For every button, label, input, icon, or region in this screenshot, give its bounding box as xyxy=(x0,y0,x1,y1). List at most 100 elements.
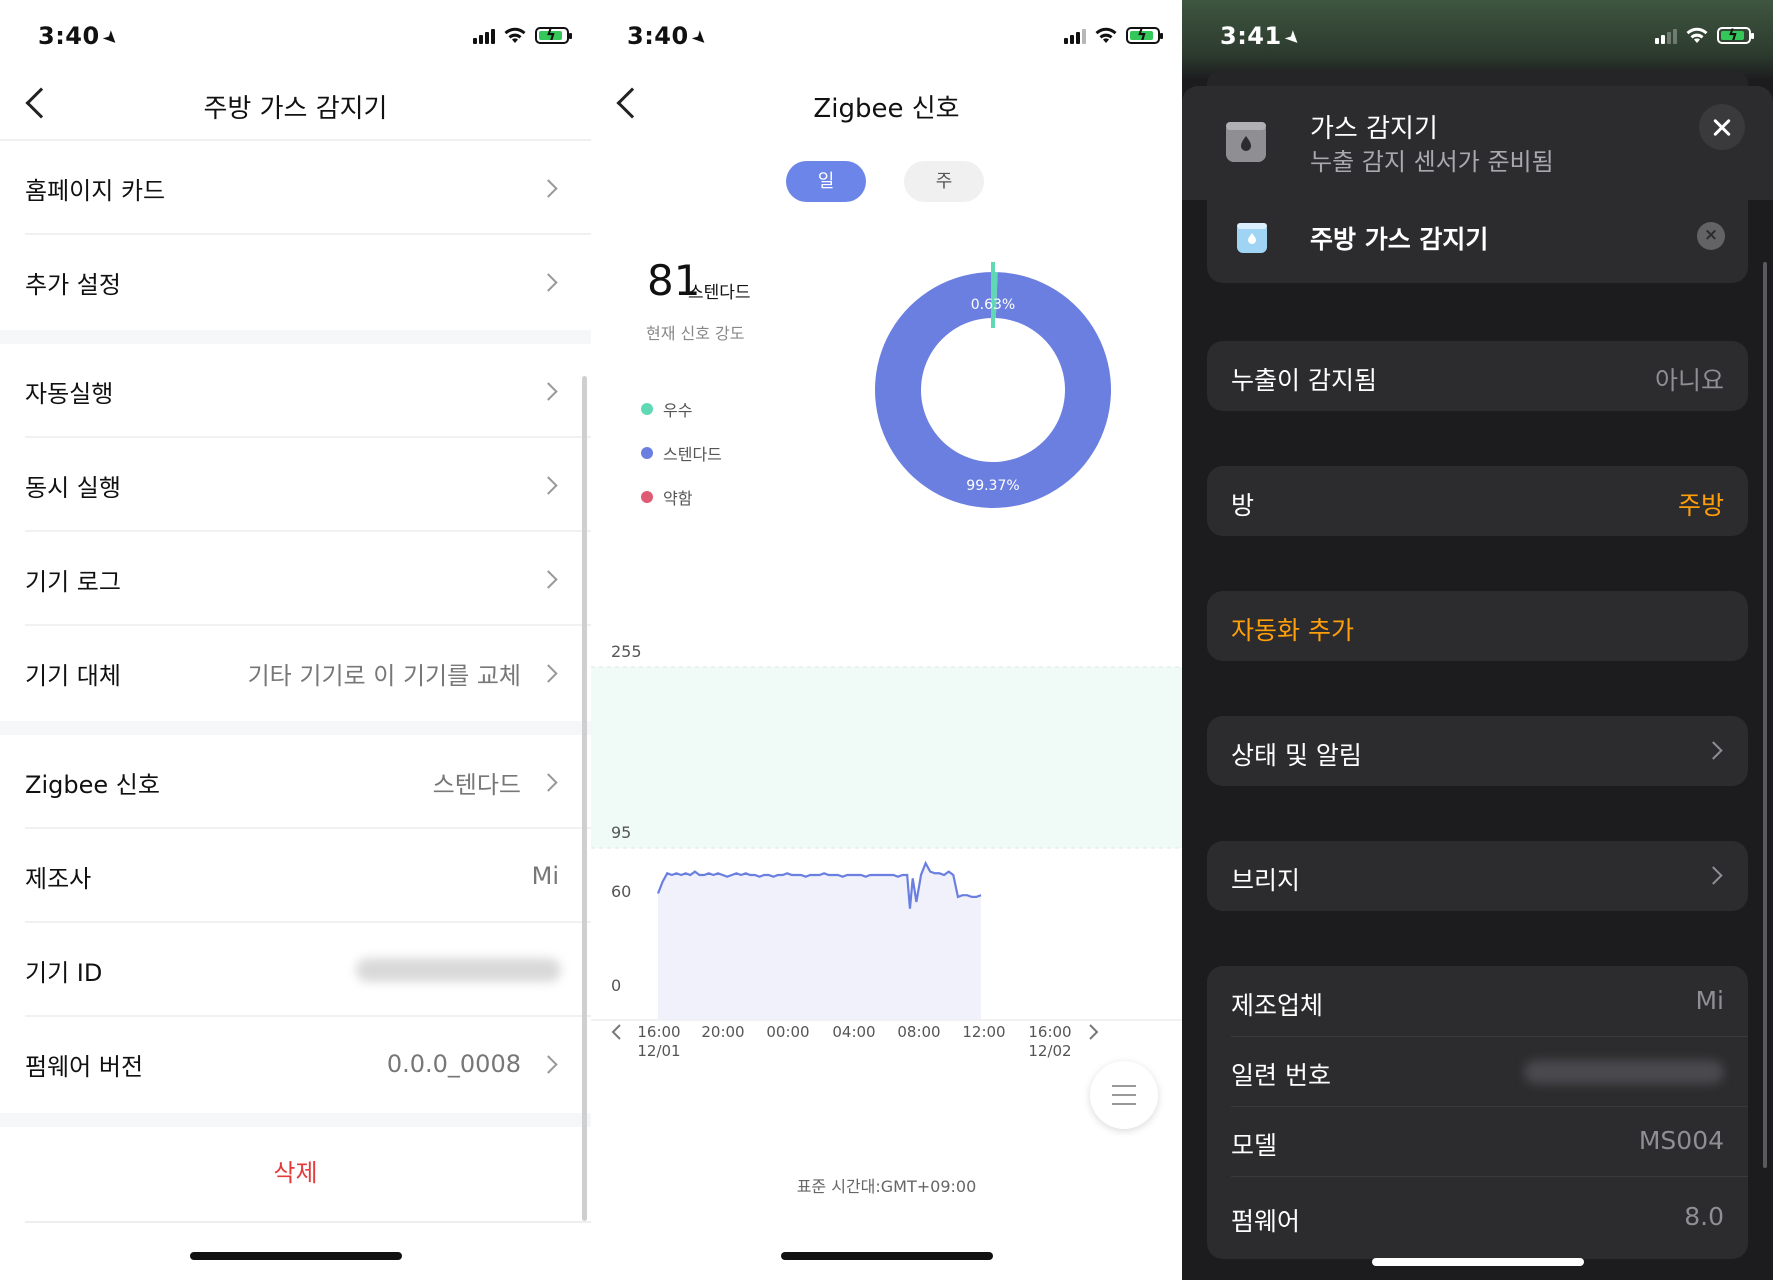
row-label: 방 xyxy=(1231,491,1255,520)
series-area xyxy=(658,863,981,1020)
row-label: 펌웨어 버전 xyxy=(25,1052,144,1081)
legend-dot xyxy=(641,491,653,503)
row-firmware-version[interactable]: 펌웨어 버전 0.0.0_0008 xyxy=(0,1017,591,1111)
row-label: 누출이 감지됨 xyxy=(1231,366,1377,395)
divider xyxy=(1231,1106,1748,1107)
sensor-icon xyxy=(1237,223,1267,253)
delete-button[interactable]: 삭제 xyxy=(0,1127,591,1219)
signal-line-chart: 2559560016:0012/0120:00 00:00 04:00 08:00 12… xyxy=(591,642,1182,1060)
row-label: 자동실행 xyxy=(25,379,114,408)
nav-bar: 주방 가스 감지기 xyxy=(0,70,591,140)
legend-dot xyxy=(641,447,653,459)
firmware-value: 8.0 xyxy=(1684,1202,1724,1231)
x-tick-date: 12/01 xyxy=(637,1042,680,1060)
firmware-label: 펌웨어 xyxy=(1231,1207,1301,1236)
divider xyxy=(25,1221,591,1223)
signal-caption: 현재 신호 강도 xyxy=(646,324,745,343)
x-tick-date: 12/02 xyxy=(1028,1042,1071,1060)
battery-charging-icon: ϟ xyxy=(1717,26,1754,44)
location-arrow-icon: ➤ xyxy=(686,25,713,52)
row-value: Mi xyxy=(531,862,559,890)
row-label: 홈페이지 카드 xyxy=(25,176,166,205)
menu-button[interactable] xyxy=(1090,1061,1158,1129)
chevron-right-icon xyxy=(539,475,558,495)
row-device-log[interactable]: 기기 로그 xyxy=(0,532,591,626)
row-homepage-card[interactable]: 홈페이지 카드 xyxy=(0,141,591,235)
home-indicator[interactable] xyxy=(189,1252,402,1260)
info-card: 제조업체 Mi 일련 번호 모델 MS004 펌웨어 8.0 xyxy=(1207,966,1748,1259)
row-simultaneous-run[interactable]: 동시 실행 xyxy=(0,438,591,532)
scrollbar[interactable] xyxy=(582,376,587,1221)
model-label: 모델 xyxy=(1231,1131,1278,1160)
wifi-icon xyxy=(1686,27,1708,43)
prev-period-icon[interactable] xyxy=(611,1024,621,1040)
row-label: 기기 ID xyxy=(25,958,103,987)
x-tick-label: 16:00 xyxy=(637,1023,680,1041)
signal-level: 스텐다드 xyxy=(688,283,751,303)
status-bar: 3:41➤ ϟ xyxy=(1182,0,1773,70)
next-period-icon[interactable] xyxy=(1089,1024,1099,1040)
page-title: 주방 가스 감지기 xyxy=(203,94,388,124)
tab-week[interactable]: 주 xyxy=(904,161,984,202)
row-zigbee-signal[interactable]: Zigbee 신호 스텐다드 xyxy=(0,735,591,829)
row-additional-settings[interactable]: 추가 설정 xyxy=(0,235,591,329)
row-value: 스텐다드 xyxy=(432,770,521,799)
row-replace-device[interactable]: 기기 대체 기타 기기로 이 기기를 교체 xyxy=(0,626,591,720)
y-tick-label: 0 xyxy=(611,976,621,995)
y-tick-label: 255 xyxy=(611,642,642,661)
row-label: 기기 대체 xyxy=(25,661,121,690)
status-time: 3:41➤ xyxy=(1220,22,1306,52)
accessory-title: 가스 감지기 xyxy=(1310,114,1438,144)
chevron-right-icon xyxy=(539,663,558,683)
page-title: Zigbee 신호 xyxy=(813,94,960,124)
cellular-signal-icon xyxy=(473,28,495,44)
home-accessory-screen: 3:41➤ ϟ 가스 감지기 누출 감지 센서가 준비됨 주방 가스 감지기 ×… xyxy=(1182,0,1773,1280)
location-arrow-icon: ➤ xyxy=(1279,25,1306,52)
chevron-right-icon xyxy=(1704,741,1723,760)
tab-day[interactable]: 일 xyxy=(786,161,866,202)
scrollbar[interactable] xyxy=(1763,262,1767,1168)
location-arrow-icon: ➤ xyxy=(97,25,124,52)
bridge-row[interactable]: 브리지 xyxy=(1207,841,1748,911)
chevron-right-icon xyxy=(539,1054,558,1074)
add-automation-button[interactable]: 자동화 추가 xyxy=(1207,591,1748,661)
section-separator xyxy=(0,1113,591,1127)
signal-donut-chart: 0.63% 99.37% xyxy=(875,262,1111,508)
status-bar: 3:40➤ ϟ xyxy=(0,0,591,70)
home-indicator[interactable] xyxy=(1371,1258,1584,1266)
home-indicator[interactable] xyxy=(780,1252,993,1260)
row-label: 상태 및 알림 xyxy=(1231,741,1362,770)
divider xyxy=(1231,1176,1748,1177)
donut-label-excellent: 0.63% xyxy=(971,297,1015,313)
battery-charging-icon: ϟ xyxy=(1126,26,1163,44)
room-row[interactable]: 방 주방 xyxy=(1207,466,1748,536)
x-tick-label: 12:00 xyxy=(962,1023,1005,1041)
gas-detector-icon xyxy=(1226,122,1266,162)
chevron-right-icon xyxy=(539,381,558,401)
donut-label-standard: 99.37% xyxy=(966,478,1019,494)
chevron-right-icon xyxy=(539,569,558,589)
accessory-status: 누출 감지 센서가 준비됨 xyxy=(1310,148,1554,176)
y-tick-label: 95 xyxy=(611,823,631,842)
chevron-right-icon xyxy=(539,772,558,792)
status-time: 3:40➤ xyxy=(38,22,124,52)
divider xyxy=(1231,1036,1748,1037)
legend-item-weak: 약함 xyxy=(641,485,692,509)
leak-detected-row: 누출이 감지됨 아니요 xyxy=(1207,341,1748,411)
row-value: 아니요 xyxy=(1654,366,1724,395)
close-button[interactable] xyxy=(1699,104,1745,150)
clear-name-icon[interactable]: × xyxy=(1697,222,1725,250)
status-notifications-row[interactable]: 상태 및 알림 xyxy=(1207,716,1748,786)
legend-item-standard: 스텐다드 xyxy=(641,441,722,465)
device-settings-screen: 3:40➤ ϟ 주방 가스 감지기 홈페이지 카드 추가 설정 자동실행 동시 … xyxy=(0,0,591,1280)
serial-label: 일련 번호 xyxy=(1231,1061,1331,1090)
chevron-right-icon xyxy=(539,178,558,198)
row-value: 기타 기기로 이 기기를 교체 xyxy=(247,661,521,690)
x-tick-label: 20:00 xyxy=(701,1023,744,1041)
x-tick-label: 08:00 xyxy=(897,1023,940,1041)
x-tick-label: 00:00 xyxy=(766,1023,809,1041)
legend-item-excellent: 우수 xyxy=(641,397,692,421)
row-automation[interactable]: 자동실행 xyxy=(0,344,591,438)
excellent-band xyxy=(591,667,1182,848)
legend-dot xyxy=(641,403,653,415)
